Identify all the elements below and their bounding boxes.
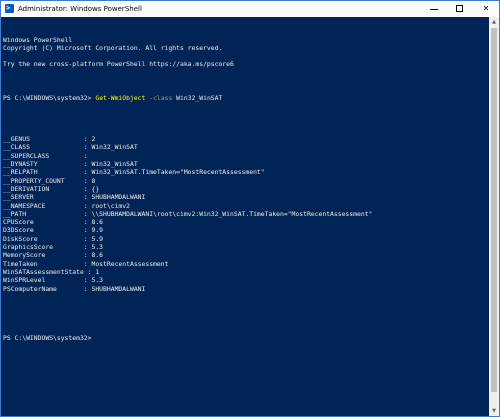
powershell-icon: > (5, 4, 14, 13)
minimize-button[interactable] (421, 1, 447, 17)
output-line: __CLASS : Win32_WinSAT (3, 143, 138, 152)
output-line: WinSATAssessmentState : 1 (3, 267, 100, 276)
output-line: __PROPERTY_COUNT : 8 (3, 176, 96, 185)
output-line: WinSPRLevel : 5.3 (3, 276, 104, 285)
banner-line (3, 69, 489, 77)
command-line: PS C:\WINDOWS\system32> Get-WmiObject -c… (3, 94, 489, 102)
output-line: D3DScore : 9.9 (3, 226, 104, 235)
console-output[interactable]: Windows PowerShell Copyright (C) Microsof… (1, 17, 489, 416)
command-parameter: -class (145, 93, 173, 102)
maximize-icon (456, 5, 463, 12)
output-line: __SERVER : SHUBHAMDALWANI (3, 193, 146, 202)
banner-line: Windows PowerShell (3, 35, 73, 44)
output-line: __SUPERCLASS : (3, 151, 88, 160)
powershell-icon-glyph: > (6, 4, 11, 12)
output-line: __DYNASTY : Win32_WinSAT (3, 160, 138, 169)
output-line: DiskScore : 5.9 (3, 234, 104, 243)
output-line: PSComputerName : SHUBHAMDALWANI (3, 284, 146, 293)
output-line: __GENUS : 2 (3, 135, 96, 144)
scroll-up-icon[interactable]: ▲ (489, 17, 499, 27)
output-line: __RELPATH : Win32_WinSAT.TimeTaken="Most… (3, 168, 265, 177)
command-cmdlet: Get-WmiObject (95, 93, 146, 102)
window-title: Administrator: Windows PowerShell (18, 5, 142, 13)
output-line: __PATH : \\SHUBHAMDALWANI\root\cimv2:Win… (3, 209, 373, 218)
close-button[interactable]: ✕ (473, 1, 499, 17)
scroll-down-icon[interactable]: ▼ (489, 406, 499, 416)
output-line: TimeTaken : MostRecentAssessment (3, 259, 169, 268)
powershell-window: > Administrator: Windows PowerShell ✕ Wi… (0, 0, 500, 417)
banner-line: Copyright (C) Microsoft Corporation. All… (3, 43, 223, 52)
output-line: GraphicsScore : 5.3 (3, 243, 104, 252)
command-argument: Win32_WinSAT (172, 93, 223, 102)
scrollbar-thumb[interactable] (491, 28, 497, 392)
command-prompt: PS C:\WINDOWS\system32> (3, 93, 96, 102)
output-line: __NAMESPACE : root\cimv2 (3, 201, 130, 210)
banner-line (3, 52, 489, 60)
command-output: __GENUS : 2 __CLASS : Win32_WinSAT __SUPER… (3, 119, 489, 318)
output-line: MemoryScore : 8.6 (3, 251, 104, 260)
vertical-scrollbar[interactable]: ▲ ▼ (489, 17, 499, 416)
minimize-icon (430, 9, 438, 10)
final-prompt[interactable]: PS C:\WINDOWS\system32> (3, 334, 489, 342)
console-banner: Windows PowerShell Copyright (C) Microsof… (3, 36, 489, 77)
banner-line: Try the new cross-platform PowerShell ht… (3, 60, 234, 69)
output-line: __DERIVATION : {} (3, 184, 100, 193)
maximize-button[interactable] (447, 1, 473, 17)
close-icon: ✕ (482, 4, 490, 13)
output-line: CPUScore : 8.6 (3, 218, 104, 227)
title-bar[interactable]: > Administrator: Windows PowerShell ✕ (1, 1, 499, 17)
